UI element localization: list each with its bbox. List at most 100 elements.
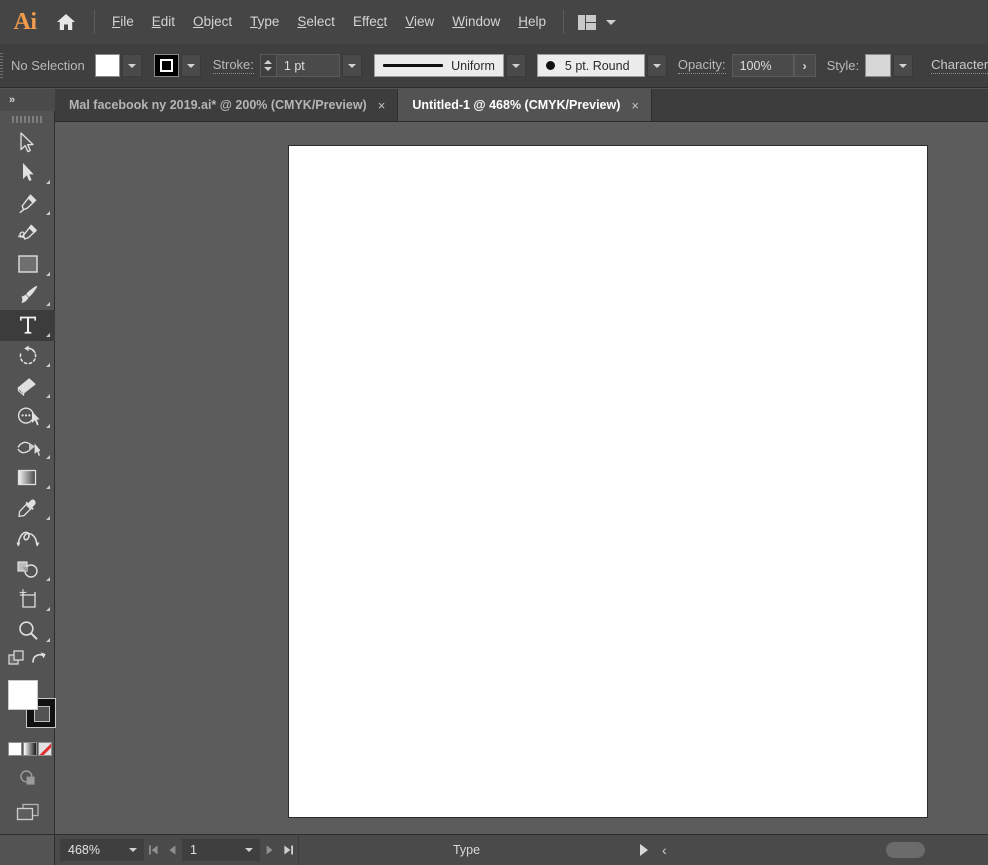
toolbar-fill-swatch[interactable]	[8, 679, 38, 710]
tool-flyout-indicator	[46, 363, 50, 367]
tool-blend[interactable]	[0, 524, 55, 555]
menu-items: File Edit Object Type Select Effect View…	[103, 0, 555, 44]
tool-zoom[interactable]	[0, 615, 55, 646]
menu-edit[interactable]: Edit	[143, 10, 184, 34]
stroke-swatch[interactable]	[153, 54, 179, 77]
menu-view[interactable]: View	[396, 10, 443, 34]
horizontal-scrollbar[interactable]: ‹	[653, 834, 988, 865]
menu-window[interactable]: Window	[443, 10, 509, 34]
opacity-label: Opacity:	[677, 57, 726, 74]
status-text[interactable]: Type	[298, 834, 634, 865]
close-icon[interactable]: ×	[378, 99, 386, 112]
fill-stroke-indicator	[0, 676, 56, 738]
tool-flyout-indicator	[46, 393, 50, 398]
tool-rotate[interactable]	[0, 341, 55, 372]
graphic-style-dropdown-arrow[interactable]	[893, 54, 914, 77]
status-menu-button[interactable]	[634, 835, 653, 865]
brush-definition-select[interactable]: 5 pt. Round	[536, 54, 645, 77]
brush-definition-value: 5 pt. Round	[564, 58, 630, 73]
canvas-area[interactable]	[55, 122, 988, 834]
stroke-weight-stepper[interactable]	[259, 54, 276, 77]
tool-flyout-indicator	[46, 607, 50, 611]
workspace-layout-icon	[578, 14, 597, 30]
menu-select[interactable]: Select	[288, 10, 344, 34]
tool-pen[interactable]	[0, 188, 55, 219]
tool-direct-selection[interactable]	[0, 158, 55, 189]
tools-panel: »	[0, 89, 56, 865]
tool-curvature[interactable]	[0, 219, 55, 250]
previous-artboard-button[interactable]	[163, 835, 182, 865]
tool-shape-builder[interactable]	[0, 554, 55, 585]
menu-type[interactable]: Type	[241, 10, 288, 34]
status-bar-corner	[0, 834, 55, 865]
menu-object[interactable]: Object	[184, 10, 241, 34]
color-mode-none[interactable]	[38, 741, 52, 756]
opacity-input[interactable]: 100%	[731, 54, 794, 77]
default-fill-stroke-icon[interactable]	[31, 650, 47, 671]
tool-type[interactable]	[0, 310, 55, 341]
tools-panel-drag-handle[interactable]	[0, 111, 55, 127]
zoom-level-input[interactable]: 468%	[60, 839, 122, 861]
stroke-profile-value: Uniform	[451, 58, 495, 73]
chevron-left-icon[interactable]: ‹	[653, 842, 676, 858]
artboard-number-input[interactable]: 1	[182, 839, 238, 861]
status-menu-triangle	[639, 844, 648, 856]
home-icon[interactable]	[46, 0, 86, 44]
artboard-dropdown-arrow[interactable]	[238, 839, 260, 861]
stroke-dropdown-arrow[interactable]	[180, 54, 201, 77]
tools-panel-expand-button[interactable]: »	[0, 89, 55, 111]
artboard[interactable]	[288, 145, 928, 818]
control-bar: No Selection Stroke: 1 pt Uniform 5 pt. …	[0, 44, 988, 88]
tool-rectangle[interactable]	[0, 249, 55, 280]
tool-scale[interactable]	[0, 402, 55, 433]
menu-bar: Ai File Edit Object Type Select Effect V…	[0, 0, 988, 44]
color-mode-gradient[interactable]	[23, 741, 37, 756]
document-tab-bar: Mal facebook ny 2019.ai* @ 200% (CMYK/Pr…	[55, 89, 988, 122]
opacity-options-button[interactable]: ›	[793, 54, 816, 77]
character-panel-link[interactable]: Character	[931, 57, 988, 74]
menu-effect[interactable]: Effect	[344, 10, 396, 34]
next-artboard-button[interactable]	[260, 835, 279, 865]
status-bar: 468% 1 Type ‹	[0, 834, 988, 865]
swap-fill-stroke-icon[interactable]	[8, 649, 26, 672]
brush-definition-dropdown-arrow[interactable]	[646, 54, 667, 77]
tool-selection[interactable]	[0, 127, 55, 158]
document-tab-1-title: Mal facebook ny 2019.ai* @ 200% (CMYK/Pr…	[69, 98, 367, 112]
document-tab-2[interactable]: Untitled-1 @ 468% (CMYK/Preview) ×	[398, 89, 652, 121]
workspace-switcher[interactable]	[578, 14, 617, 30]
color-mode-solid[interactable]	[8, 741, 22, 756]
style-label: Style:	[826, 57, 860, 73]
first-artboard-button[interactable]	[144, 835, 163, 865]
tool-gradient[interactable]	[0, 463, 55, 494]
stroke-weight-dropdown-arrow[interactable]	[341, 54, 362, 77]
illustrator-window: Ai File Edit Object Type Select Effect V…	[0, 0, 988, 865]
stroke-weight-input[interactable]: 1 pt	[275, 54, 340, 77]
tool-paintbrush[interactable]	[0, 280, 55, 311]
close-icon[interactable]: ×	[631, 99, 639, 112]
tool-eraser[interactable]	[0, 371, 55, 402]
menu-help[interactable]: Help	[509, 10, 555, 34]
draw-mode-button[interactable]	[0, 760, 55, 795]
tool-eyedropper[interactable]	[0, 493, 55, 524]
screen-mode-button[interactable]	[0, 795, 55, 830]
chevron-down-icon	[606, 19, 617, 25]
stroke-profile-dropdown-arrow[interactable]	[505, 54, 526, 77]
tool-artboard[interactable]	[0, 585, 55, 616]
last-artboard-button[interactable]	[279, 835, 298, 865]
graphic-style-swatch[interactable]	[865, 54, 892, 77]
tool-flyout-indicator	[46, 332, 50, 337]
zoom-level-dropdown-arrow[interactable]	[122, 839, 144, 861]
document-tab-1[interactable]: Mal facebook ny 2019.ai* @ 200% (CMYK/Pr…	[55, 89, 399, 121]
fill-swatch[interactable]	[94, 54, 120, 77]
workspace-divider	[563, 10, 565, 34]
opacity-control: 100% ›	[731, 44, 816, 88]
stroke-weight-label: Stroke:	[212, 57, 254, 74]
menu-file[interactable]: File	[103, 10, 143, 34]
tool-flyout-indicator	[46, 424, 50, 428]
stroke-profile-select[interactable]: Uniform	[373, 54, 504, 77]
app-logo-icon: Ai	[13, 8, 38, 35]
fill-dropdown-arrow[interactable]	[121, 54, 142, 77]
tool-width[interactable]	[0, 432, 55, 463]
scrollbar-thumb[interactable]	[886, 842, 925, 858]
fill-stroke-actions	[0, 646, 55, 676]
